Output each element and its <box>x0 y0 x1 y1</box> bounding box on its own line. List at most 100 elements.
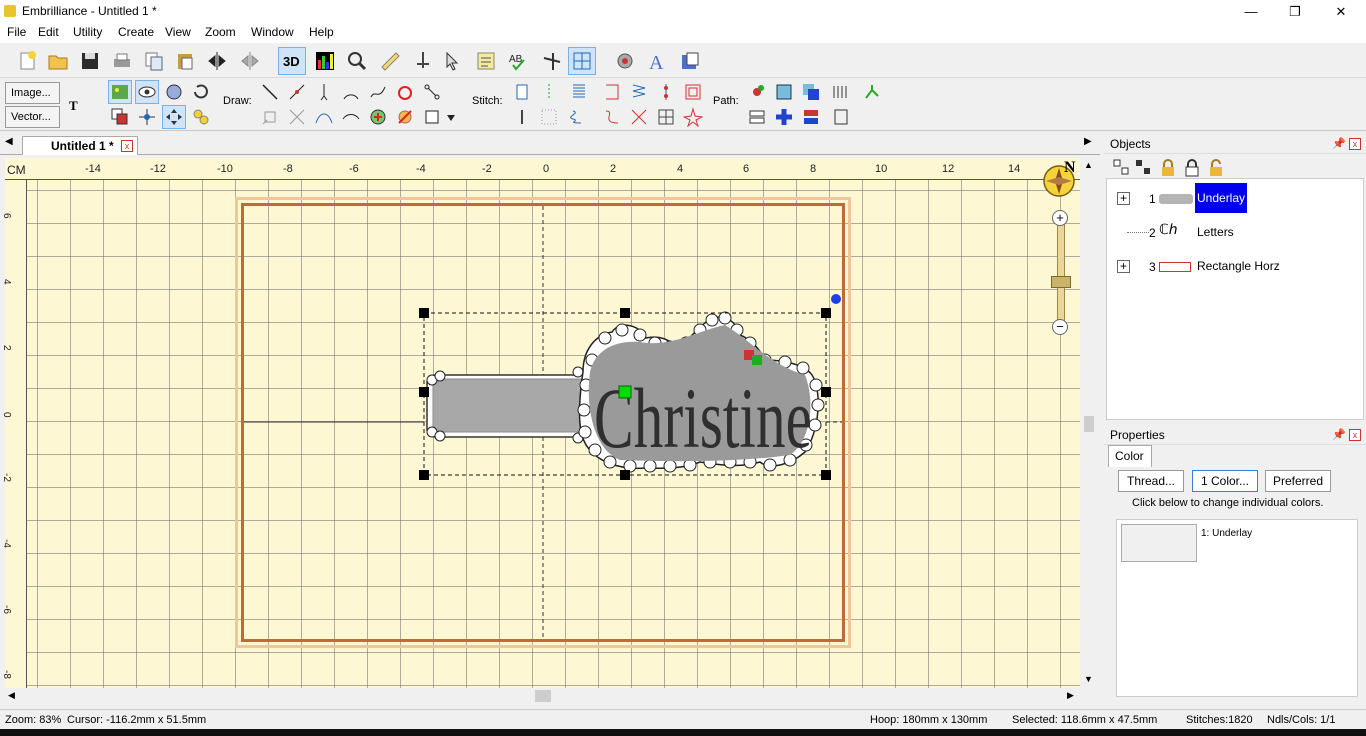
scroll-down-icon[interactable]: ▼ <box>1084 674 1093 684</box>
draw-auto-icon[interactable] <box>393 105 417 129</box>
align-icon[interactable] <box>135 105 159 129</box>
stitch-grid-icon[interactable] <box>654 105 678 129</box>
picture-icon[interactable] <box>108 80 132 104</box>
path-break-icon[interactable] <box>745 105 769 129</box>
needle-icon[interactable] <box>409 47 437 75</box>
color-chart-icon[interactable] <box>311 47 339 75</box>
menu-help[interactable]: Help <box>309 25 334 39</box>
stitch-bean-icon[interactable] <box>654 80 678 104</box>
tab-untitled-1[interactable]: Untitled 1 * x <box>22 136 138 155</box>
export-icon[interactable] <box>676 47 704 75</box>
settings-icon[interactable] <box>611 47 639 75</box>
select-pointer-icon[interactable] <box>439 47 467 75</box>
menu-edit[interactable]: Edit <box>38 25 59 39</box>
draw-node-icon[interactable] <box>285 80 309 104</box>
expand-all-icon[interactable] <box>1112 158 1132 178</box>
menu-view[interactable]: View <box>165 25 191 39</box>
draw-pen-icon[interactable] <box>312 80 336 104</box>
path-join-icon[interactable] <box>772 105 796 129</box>
design-grid-icon[interactable] <box>568 47 596 75</box>
object-item-underlay[interactable]: + 1 Underlay <box>1107 183 1363 214</box>
stitch-satin-icon[interactable] <box>567 80 591 104</box>
lock-icon[interactable] <box>1158 158 1178 178</box>
path-branch-icon[interactable] <box>860 80 884 104</box>
scroll-left-icon[interactable]: ◀ <box>8 690 15 701</box>
center-icon[interactable] <box>162 105 186 129</box>
vertical-scroll-thumb[interactable] <box>1084 416 1094 432</box>
stitch-applique-icon[interactable] <box>600 80 624 104</box>
expand-icon[interactable]: + <box>1117 192 1130 205</box>
draw-freehand-icon[interactable] <box>366 80 390 104</box>
path-overlap-icon[interactable] <box>799 80 823 104</box>
save-icon[interactable] <box>76 47 104 75</box>
object-item-letters[interactable]: 2 ℂℎ Letters <box>1107 218 1363 248</box>
print-icon[interactable] <box>108 47 136 75</box>
stitch-pattern-icon[interactable] <box>537 105 561 129</box>
objects-pin-icon[interactable]: 📌 <box>1332 137 1346 150</box>
measure-icon[interactable] <box>376 47 404 75</box>
menu-window[interactable]: Window <box>251 25 294 39</box>
open-icon[interactable] <box>44 47 72 75</box>
stitch-star-icon[interactable] <box>681 105 705 129</box>
draw-add-icon[interactable] <box>366 105 390 129</box>
color-entry-label[interactable]: 1: Underlay <box>1201 528 1252 539</box>
draw-curve-icon[interactable] <box>312 105 336 129</box>
draw-rectangle-icon[interactable] <box>420 105 444 129</box>
menu-create[interactable]: Create <box>118 25 154 39</box>
flower-icon[interactable] <box>189 105 213 129</box>
draw-shape-dropdown-icon[interactable] <box>443 105 459 129</box>
object-item-rectangle[interactable]: + 3 Rectangle Horz <box>1107 252 1363 282</box>
3d-view-icon[interactable]: 3D <box>278 47 306 75</box>
horizontal-scroll-thumb[interactable] <box>535 690 551 702</box>
stitch-wave-icon[interactable] <box>567 105 591 129</box>
draw-circle-icon[interactable] <box>393 80 417 104</box>
show-hide-icon[interactable] <box>135 80 159 104</box>
zoom-slider[interactable]: + − <box>1051 210 1071 335</box>
collapse-all-icon[interactable] <box>1134 158 1154 178</box>
stitch-fill-icon[interactable] <box>510 80 534 104</box>
text-box-icon[interactable]: T <box>63 93 87 117</box>
unlock-icon[interactable] <box>1206 158 1226 178</box>
group-icon[interactable] <box>108 105 132 129</box>
path-split-icon[interactable] <box>799 105 823 129</box>
mirror-vertical-icon[interactable] <box>236 47 264 75</box>
vertical-scrollbar[interactable]: ▲ ▼ <box>1080 158 1097 688</box>
thread-button[interactable]: Thread... <box>1118 470 1184 492</box>
preferred-button[interactable]: Preferred <box>1265 470 1331 492</box>
notes-icon[interactable] <box>472 47 500 75</box>
tab-scroll-left-icon[interactable]: ◀ <box>5 136 13 147</box>
lock-all-icon[interactable] <box>1182 158 1202 178</box>
zoom-in-icon[interactable]: + <box>1052 210 1068 226</box>
close-button[interactable]: ✕ <box>1318 0 1364 23</box>
zoom-slider-thumb[interactable] <box>1051 276 1071 288</box>
minimize-button[interactable]: — <box>1228 0 1274 23</box>
path-outline-icon[interactable] <box>829 105 853 129</box>
image-button[interactable]: Image... <box>5 82 60 104</box>
copy-icon[interactable] <box>140 47 168 75</box>
vector-button[interactable]: Vector... <box>5 106 60 128</box>
stitch-border-icon[interactable] <box>681 80 705 104</box>
properties-close-icon[interactable]: x <box>1349 429 1361 441</box>
color-swatch[interactable] <box>1121 524 1197 562</box>
tab-scroll-right-icon[interactable]: ▶ <box>1084 136 1092 147</box>
path-combine-icon[interactable] <box>772 80 796 104</box>
new-icon[interactable] <box>14 47 42 75</box>
menu-zoom[interactable]: Zoom <box>205 25 236 39</box>
zoom-icon[interactable] <box>343 47 371 75</box>
draw-arc-icon[interactable] <box>339 80 363 104</box>
scroll-up-icon[interactable]: ▲ <box>1084 160 1093 170</box>
objects-close-icon[interactable]: x <box>1349 138 1361 150</box>
mirror-horizontal-icon[interactable] <box>203 47 231 75</box>
refresh-icon[interactable] <box>189 80 213 104</box>
draw-erase-icon[interactable] <box>285 105 309 129</box>
stitch-curl-icon[interactable] <box>600 105 624 129</box>
expand-icon[interactable]: + <box>1117 260 1130 273</box>
paste-icon[interactable] <box>171 47 199 75</box>
menu-utility[interactable]: Utility <box>73 25 102 39</box>
maximize-button[interactable]: ❐ <box>1272 0 1318 23</box>
draw-line-icon[interactable] <box>258 80 282 104</box>
tab-color[interactable]: Color <box>1108 445 1152 467</box>
stitch-manual-icon[interactable] <box>510 105 534 129</box>
shape-icon[interactable] <box>162 80 186 104</box>
stitch-zigzag-icon[interactable] <box>627 80 651 104</box>
